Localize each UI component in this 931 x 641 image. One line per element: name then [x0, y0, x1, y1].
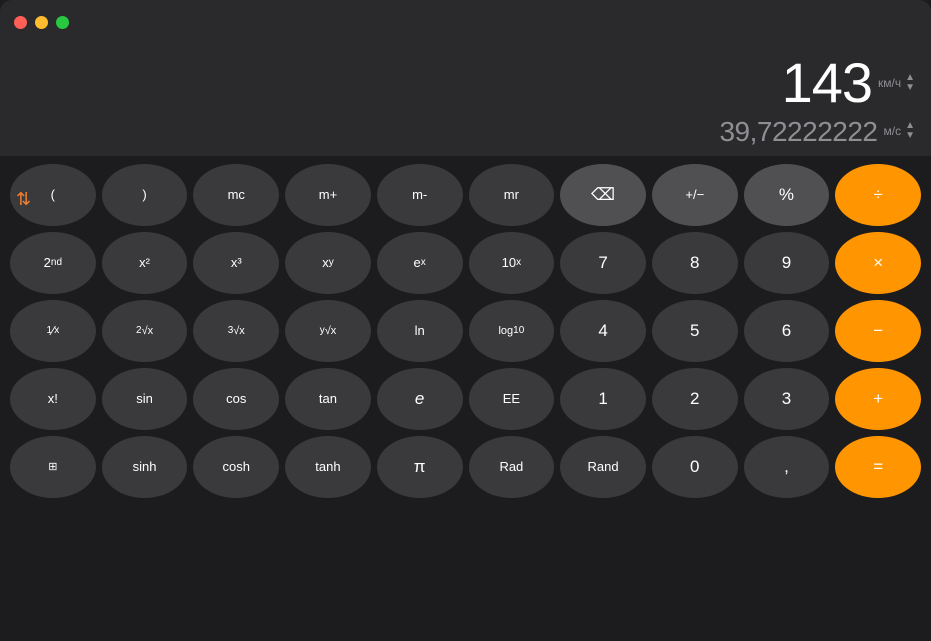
log10-button[interactable]: log10 [469, 300, 555, 362]
zero-button[interactable]: 0 [652, 436, 738, 498]
minimize-button[interactable] [35, 16, 48, 29]
nine-button[interactable]: 9 [744, 232, 830, 294]
scientific-e-button[interactable]: EE [469, 368, 555, 430]
button-row-1: ( ) mc m+ m- mr ⌫ +/− % ÷ [10, 164, 921, 226]
cube-root-button[interactable]: 3√x [193, 300, 279, 362]
plus-minus-button[interactable]: +/− [652, 164, 738, 226]
second-button[interactable]: 2nd [10, 232, 96, 294]
euler-button[interactable]: e [377, 368, 463, 430]
percent-button[interactable]: % [744, 164, 830, 226]
converter-button[interactable]: ⊞ [10, 436, 96, 498]
multiply-button[interactable]: × [835, 232, 921, 294]
tanh-button[interactable]: tanh [285, 436, 371, 498]
two-button[interactable]: 2 [652, 368, 738, 430]
square-button[interactable]: x² [102, 232, 188, 294]
display-area: 143 км/ч ▲ ▼ 39,72222222 м/с ▲ ▼ [0, 44, 931, 156]
conversion-display: 39,72222222 [719, 116, 877, 148]
sinh-button[interactable]: sinh [102, 436, 188, 498]
button-row-4: x! sin cos tan e EE 1 2 3 + [10, 368, 921, 430]
add-button[interactable]: + [835, 368, 921, 430]
main-display: 143 [782, 52, 872, 114]
eight-button[interactable]: 8 [652, 232, 738, 294]
one-button[interactable]: 1 [560, 368, 646, 430]
button-row-3: 1⁄x 2√x 3√x y√x ln log10 4 5 6 − [10, 300, 921, 362]
button-row-2: 2nd x² x³ xy ex 10x 7 8 9 × [10, 232, 921, 294]
rand-button[interactable]: Rand [560, 436, 646, 498]
memory-recall-button[interactable]: mr [469, 164, 555, 226]
backspace-button[interactable]: ⌫ [560, 164, 646, 226]
six-button[interactable]: 6 [744, 300, 830, 362]
four-button[interactable]: 4 [560, 300, 646, 362]
subtract-button[interactable]: − [835, 300, 921, 362]
square-root-button[interactable]: 2√x [102, 300, 188, 362]
memory-clear-button[interactable]: mc [193, 164, 279, 226]
display-wrapper: 143 км/ч ▲ ▼ 39,72222222 м/с ▲ ▼ ⇅ [0, 44, 931, 156]
sort-icon[interactable]: ⇅ [16, 189, 31, 210]
titlebar [0, 0, 931, 44]
cube-button[interactable]: x³ [193, 232, 279, 294]
equals-button[interactable]: = [835, 436, 921, 498]
seven-button[interactable]: 7 [560, 232, 646, 294]
divide-button[interactable]: ÷ [835, 164, 921, 226]
memory-subtract-button[interactable]: m- [377, 164, 463, 226]
cos-button[interactable]: cos [193, 368, 279, 430]
buttons-area: ( ) mc m+ m- mr ⌫ +/− % ÷ 2nd x² x³ xy e… [0, 156, 931, 506]
exp-button[interactable]: ex [377, 232, 463, 294]
button-row-5: ⊞ sinh cosh tanh π Rad Rand 0 , = [10, 436, 921, 498]
maximize-button[interactable] [56, 16, 69, 29]
rad-button[interactable]: Rad [469, 436, 555, 498]
main-unit-label: км/ч [878, 76, 901, 90]
ten-power-button[interactable]: 10x [469, 232, 555, 294]
main-unit-stepper[interactable]: ▲ ▼ [905, 73, 915, 93]
reciprocal-button[interactable]: 1⁄x [10, 300, 96, 362]
cosh-button[interactable]: cosh [193, 436, 279, 498]
sin-button[interactable]: sin [102, 368, 188, 430]
close-button[interactable] [14, 16, 27, 29]
factorial-button[interactable]: x! [10, 368, 96, 430]
memory-add-button[interactable]: m+ [285, 164, 371, 226]
five-button[interactable]: 5 [652, 300, 738, 362]
pi-button[interactable]: π [377, 436, 463, 498]
natural-log-button[interactable]: ln [377, 300, 463, 362]
conversion-unit-label: м/с [884, 124, 902, 138]
three-button[interactable]: 3 [744, 368, 830, 430]
decimal-button[interactable]: , [744, 436, 830, 498]
power-button[interactable]: xy [285, 232, 371, 294]
y-root-button[interactable]: y√x [285, 300, 371, 362]
conversion-unit-stepper[interactable]: ▲ ▼ [905, 121, 915, 141]
close-paren-button[interactable]: ) [102, 164, 188, 226]
tan-button[interactable]: tan [285, 368, 371, 430]
